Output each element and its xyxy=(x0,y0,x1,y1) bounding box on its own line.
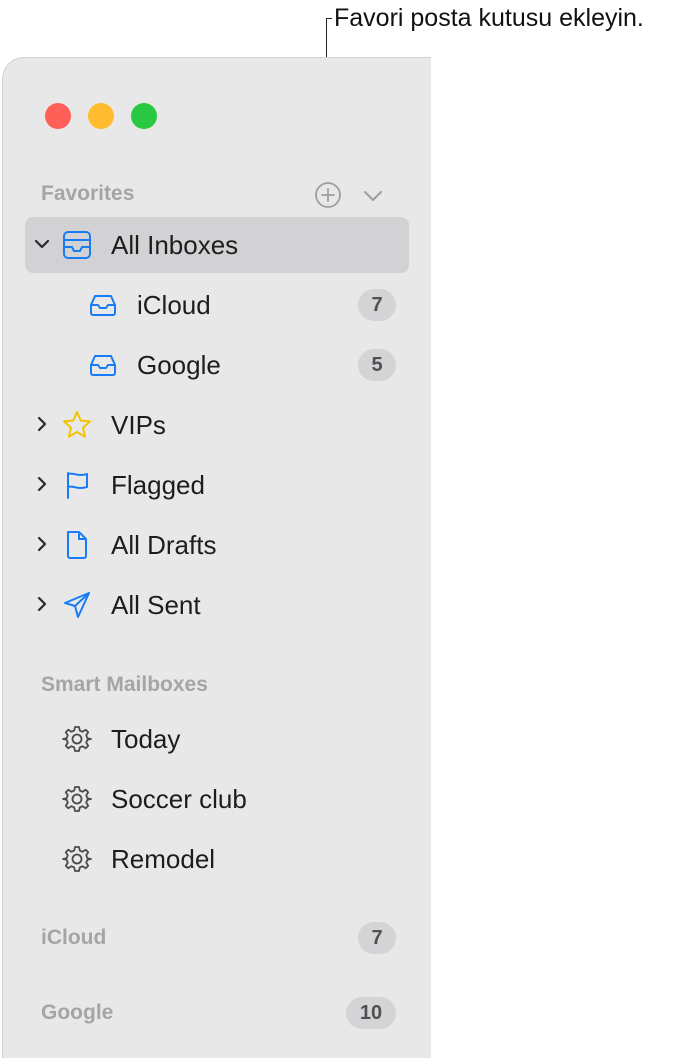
close-window-button[interactable] xyxy=(45,103,71,129)
sidebar-item-label: iCloud xyxy=(137,290,211,320)
mail-sidebar: Favorites All Inboxes iCloud 7 Google 5 … xyxy=(2,57,431,1058)
sidebar-item-all-sent[interactable]: All Sent xyxy=(25,577,409,633)
account-unread-badge: 7 xyxy=(358,922,396,954)
add-favorite-plus-icon[interactable] xyxy=(314,181,342,209)
chevron-right-icon[interactable] xyxy=(33,415,51,433)
gear-icon xyxy=(62,786,92,812)
account-unread-badge: 10 xyxy=(346,997,396,1029)
all-inboxes-icon xyxy=(63,231,91,259)
chevron-right-icon[interactable] xyxy=(33,475,51,493)
callout-tick xyxy=(326,18,332,19)
sidebar-item-label: Soccer club xyxy=(111,784,247,814)
account-header-icloud[interactable]: iCloud xyxy=(41,926,106,950)
unread-count-badge: 7 xyxy=(358,289,396,321)
sidebar-item-label: Today xyxy=(111,724,181,754)
sidebar-item-icloud-inbox[interactable]: iCloud 7 xyxy=(25,277,409,333)
callout-text: Favori posta kutusu ekleyin. xyxy=(334,4,644,32)
sidebar-item-soccer-club[interactable]: Soccer club xyxy=(25,771,409,827)
star-icon xyxy=(63,411,91,438)
favorites-header: Favorites xyxy=(41,182,135,205)
document-icon xyxy=(67,531,87,559)
sidebar-item-label: Google xyxy=(137,350,221,380)
account-header-google[interactable]: Google xyxy=(41,1001,113,1025)
flag-icon xyxy=(67,472,88,499)
sidebar-item-vips[interactable]: VIPs xyxy=(25,397,409,453)
sidebar-item-label: VIPs xyxy=(111,410,166,440)
chevron-down-icon[interactable] xyxy=(361,184,385,208)
paper-plane-icon xyxy=(64,592,90,618)
smart-mailboxes-header: Smart Mailboxes xyxy=(41,673,208,696)
gear-icon xyxy=(62,726,92,752)
chevron-right-icon[interactable] xyxy=(33,595,51,613)
unread-count-badge: 5 xyxy=(358,349,396,381)
sidebar-item-all-drafts[interactable]: All Drafts xyxy=(25,517,409,573)
sidebar-item-label: Flagged xyxy=(111,470,205,500)
sidebar-item-today[interactable]: Today xyxy=(25,711,409,767)
sidebar-item-google-inbox[interactable]: Google 5 xyxy=(25,337,409,393)
sidebar-item-flagged[interactable]: Flagged xyxy=(25,457,409,513)
chevron-right-icon[interactable] xyxy=(33,535,51,553)
inbox-tray-icon xyxy=(90,295,116,316)
sidebar-item-remodel[interactable]: Remodel xyxy=(25,831,409,887)
sidebar-item-all-inboxes[interactable]: All Inboxes xyxy=(25,217,409,273)
sidebar-item-label: All Sent xyxy=(111,590,201,620)
sidebar-item-label: All Inboxes xyxy=(111,230,239,260)
gear-icon xyxy=(62,846,92,872)
chevron-down-icon[interactable] xyxy=(33,235,51,253)
minimize-window-button[interactable] xyxy=(88,103,114,129)
zoom-window-button[interactable] xyxy=(131,103,157,129)
sidebar-item-label: Remodel xyxy=(111,844,216,874)
sidebar-item-label: All Drafts xyxy=(111,530,217,560)
inbox-tray-icon xyxy=(90,355,116,376)
